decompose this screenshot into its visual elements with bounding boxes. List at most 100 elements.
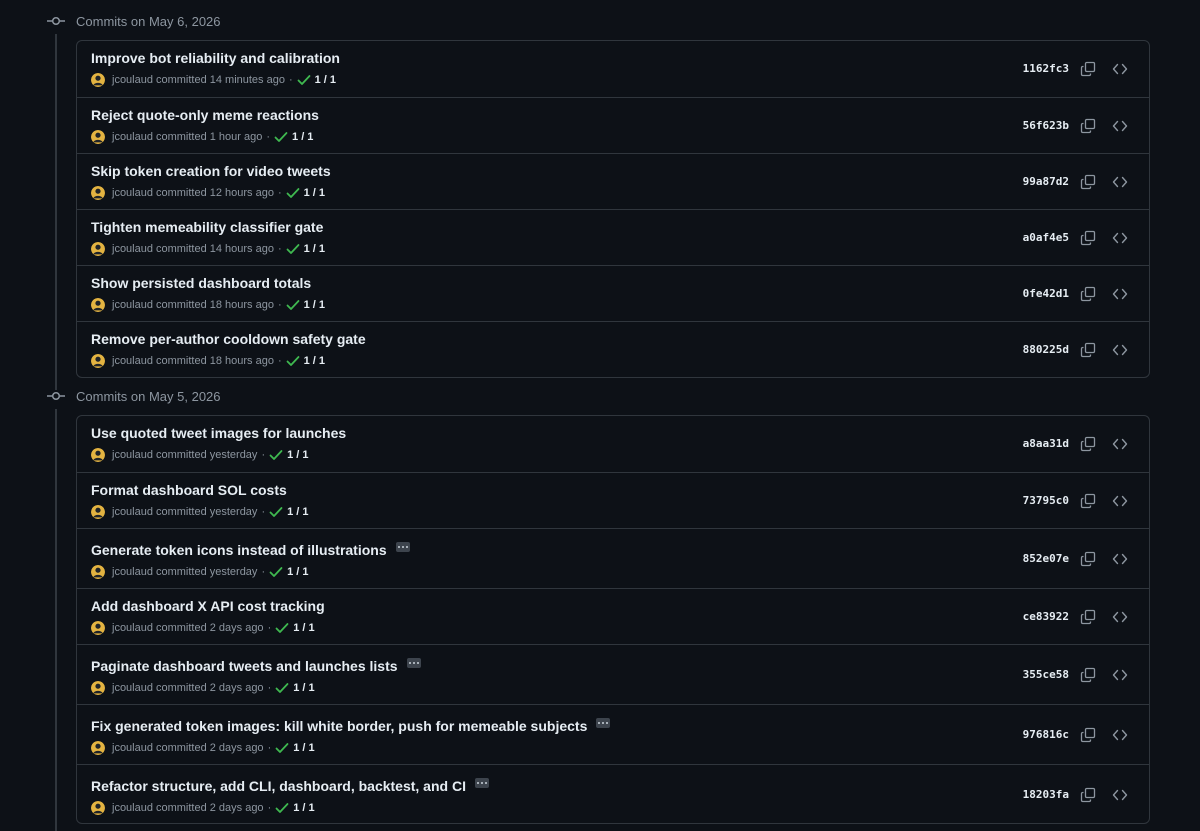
code-icon[interactable] (1112, 286, 1128, 302)
commit-title-link[interactable]: Format dashboard SOL costs (91, 482, 287, 498)
check-icon[interactable] (275, 622, 289, 634)
code-icon[interactable] (1112, 230, 1128, 246)
check-status-count[interactable]: 1 / 1 (304, 187, 325, 199)
author-avatar[interactable] (91, 565, 105, 579)
copy-icon[interactable] (1080, 61, 1096, 77)
commit-title-link[interactable]: Add dashboard X API cost tracking (91, 598, 325, 614)
expand-description-button[interactable] (406, 658, 421, 668)
expand-description-button[interactable] (596, 718, 611, 728)
author-avatar[interactable] (91, 741, 105, 755)
author-name-link[interactable]: jcoulaud (112, 622, 153, 634)
check-status-count[interactable]: 1 / 1 (293, 682, 314, 694)
author-name-link[interactable]: jcoulaud (112, 566, 153, 578)
commit-sha-link[interactable]: 880225d (1023, 343, 1069, 356)
commit-sha-link[interactable]: 73795c0 (1023, 494, 1069, 507)
check-icon[interactable] (269, 506, 283, 518)
commit-sha-link[interactable]: 1162fc3 (1023, 62, 1069, 75)
commit-title-link[interactable]: Remove per-author cooldown safety gate (91, 331, 366, 347)
author-name-link[interactable]: jcoulaud (112, 74, 153, 86)
author-avatar[interactable] (91, 242, 105, 256)
check-status-count[interactable]: 1 / 1 (293, 742, 314, 754)
commit-title-link[interactable]: Improve bot reliability and calibration (91, 50, 340, 66)
author-avatar[interactable] (91, 186, 105, 200)
commit-title-link[interactable]: Fix generated token images: kill white b… (91, 718, 587, 734)
author-avatar[interactable] (91, 801, 105, 815)
author-avatar[interactable] (91, 621, 105, 635)
copy-icon[interactable] (1080, 230, 1096, 246)
check-icon[interactable] (269, 566, 283, 578)
author-name-link[interactable]: jcoulaud (112, 802, 153, 814)
commit-sha-link[interactable]: a8aa31d (1023, 437, 1069, 450)
copy-icon[interactable] (1080, 551, 1096, 567)
commit-sha-link[interactable]: 18203fa (1023, 788, 1069, 801)
code-icon[interactable] (1112, 118, 1128, 134)
author-avatar[interactable] (91, 130, 105, 144)
commit-title-link[interactable]: Tighten memeability classifier gate (91, 219, 323, 235)
expand-description-button[interactable] (474, 778, 489, 788)
check-status-count[interactable]: 1 / 1 (287, 506, 308, 518)
copy-icon[interactable] (1080, 174, 1096, 190)
code-icon[interactable] (1112, 174, 1128, 190)
check-icon[interactable] (275, 802, 289, 814)
author-name-link[interactable]: jcoulaud (112, 742, 153, 754)
author-name-link[interactable]: jcoulaud (112, 131, 153, 143)
author-avatar[interactable] (91, 73, 105, 87)
check-status-count[interactable]: 1 / 1 (304, 243, 325, 255)
code-icon[interactable] (1112, 787, 1128, 803)
code-icon[interactable] (1112, 436, 1128, 452)
author-name-link[interactable]: jcoulaud (112, 299, 153, 311)
copy-icon[interactable] (1080, 609, 1096, 625)
author-avatar[interactable] (91, 354, 105, 368)
code-icon[interactable] (1112, 342, 1128, 358)
code-icon[interactable] (1112, 493, 1128, 509)
commit-title-link[interactable]: Paginate dashboard tweets and launches l… (91, 658, 398, 674)
copy-icon[interactable] (1080, 667, 1096, 683)
commit-title-link[interactable]: Skip token creation for video tweets (91, 163, 331, 179)
check-status-count[interactable]: 1 / 1 (315, 74, 336, 86)
author-name-link[interactable]: jcoulaud (112, 355, 153, 367)
copy-icon[interactable] (1080, 787, 1096, 803)
commit-title-link[interactable]: Generate token icons instead of illustra… (91, 542, 387, 558)
check-status-count[interactable]: 1 / 1 (292, 131, 313, 143)
copy-icon[interactable] (1080, 436, 1096, 452)
check-status-count[interactable]: 1 / 1 (304, 355, 325, 367)
commit-sha-link[interactable]: 56f623b (1023, 119, 1069, 132)
expand-description-button[interactable] (395, 542, 410, 552)
commit-title-link[interactable]: Refactor structure, add CLI, dashboard, … (91, 778, 466, 794)
check-status-count[interactable]: 1 / 1 (304, 299, 325, 311)
author-name-link[interactable]: jcoulaud (112, 682, 153, 694)
check-icon[interactable] (275, 682, 289, 694)
commit-title-link[interactable]: Use quoted tweet images for launches (91, 425, 346, 441)
check-icon[interactable] (275, 742, 289, 754)
check-icon[interactable] (274, 131, 288, 143)
commit-sha-link[interactable]: 0fe42d1 (1023, 287, 1069, 300)
commit-sha-link[interactable]: a0af4e5 (1023, 231, 1069, 244)
check-icon[interactable] (286, 243, 300, 255)
author-name-link[interactable]: jcoulaud (112, 506, 153, 518)
author-avatar[interactable] (91, 448, 105, 462)
author-name-link[interactable]: jcoulaud (112, 187, 153, 199)
commit-title-link[interactable]: Show persisted dashboard totals (91, 275, 311, 291)
author-avatar[interactable] (91, 505, 105, 519)
check-icon[interactable] (286, 299, 300, 311)
check-icon[interactable] (286, 187, 300, 199)
author-name-link[interactable]: jcoulaud (112, 449, 153, 461)
commit-sha-link[interactable]: 976816c (1023, 728, 1069, 741)
author-avatar[interactable] (91, 298, 105, 312)
check-status-count[interactable]: 1 / 1 (287, 449, 308, 461)
author-avatar[interactable] (91, 681, 105, 695)
code-icon[interactable] (1112, 551, 1128, 567)
check-icon[interactable] (269, 449, 283, 461)
check-icon[interactable] (297, 74, 311, 86)
commit-title-link[interactable]: Reject quote-only meme reactions (91, 107, 319, 123)
commit-sha-link[interactable]: ce83922 (1023, 610, 1069, 623)
code-icon[interactable] (1112, 667, 1128, 683)
code-icon[interactable] (1112, 61, 1128, 77)
code-icon[interactable] (1112, 727, 1128, 743)
commit-sha-link[interactable]: 99a87d2 (1023, 175, 1069, 188)
copy-icon[interactable] (1080, 286, 1096, 302)
copy-icon[interactable] (1080, 118, 1096, 134)
check-status-count[interactable]: 1 / 1 (287, 566, 308, 578)
copy-icon[interactable] (1080, 493, 1096, 509)
copy-icon[interactable] (1080, 342, 1096, 358)
